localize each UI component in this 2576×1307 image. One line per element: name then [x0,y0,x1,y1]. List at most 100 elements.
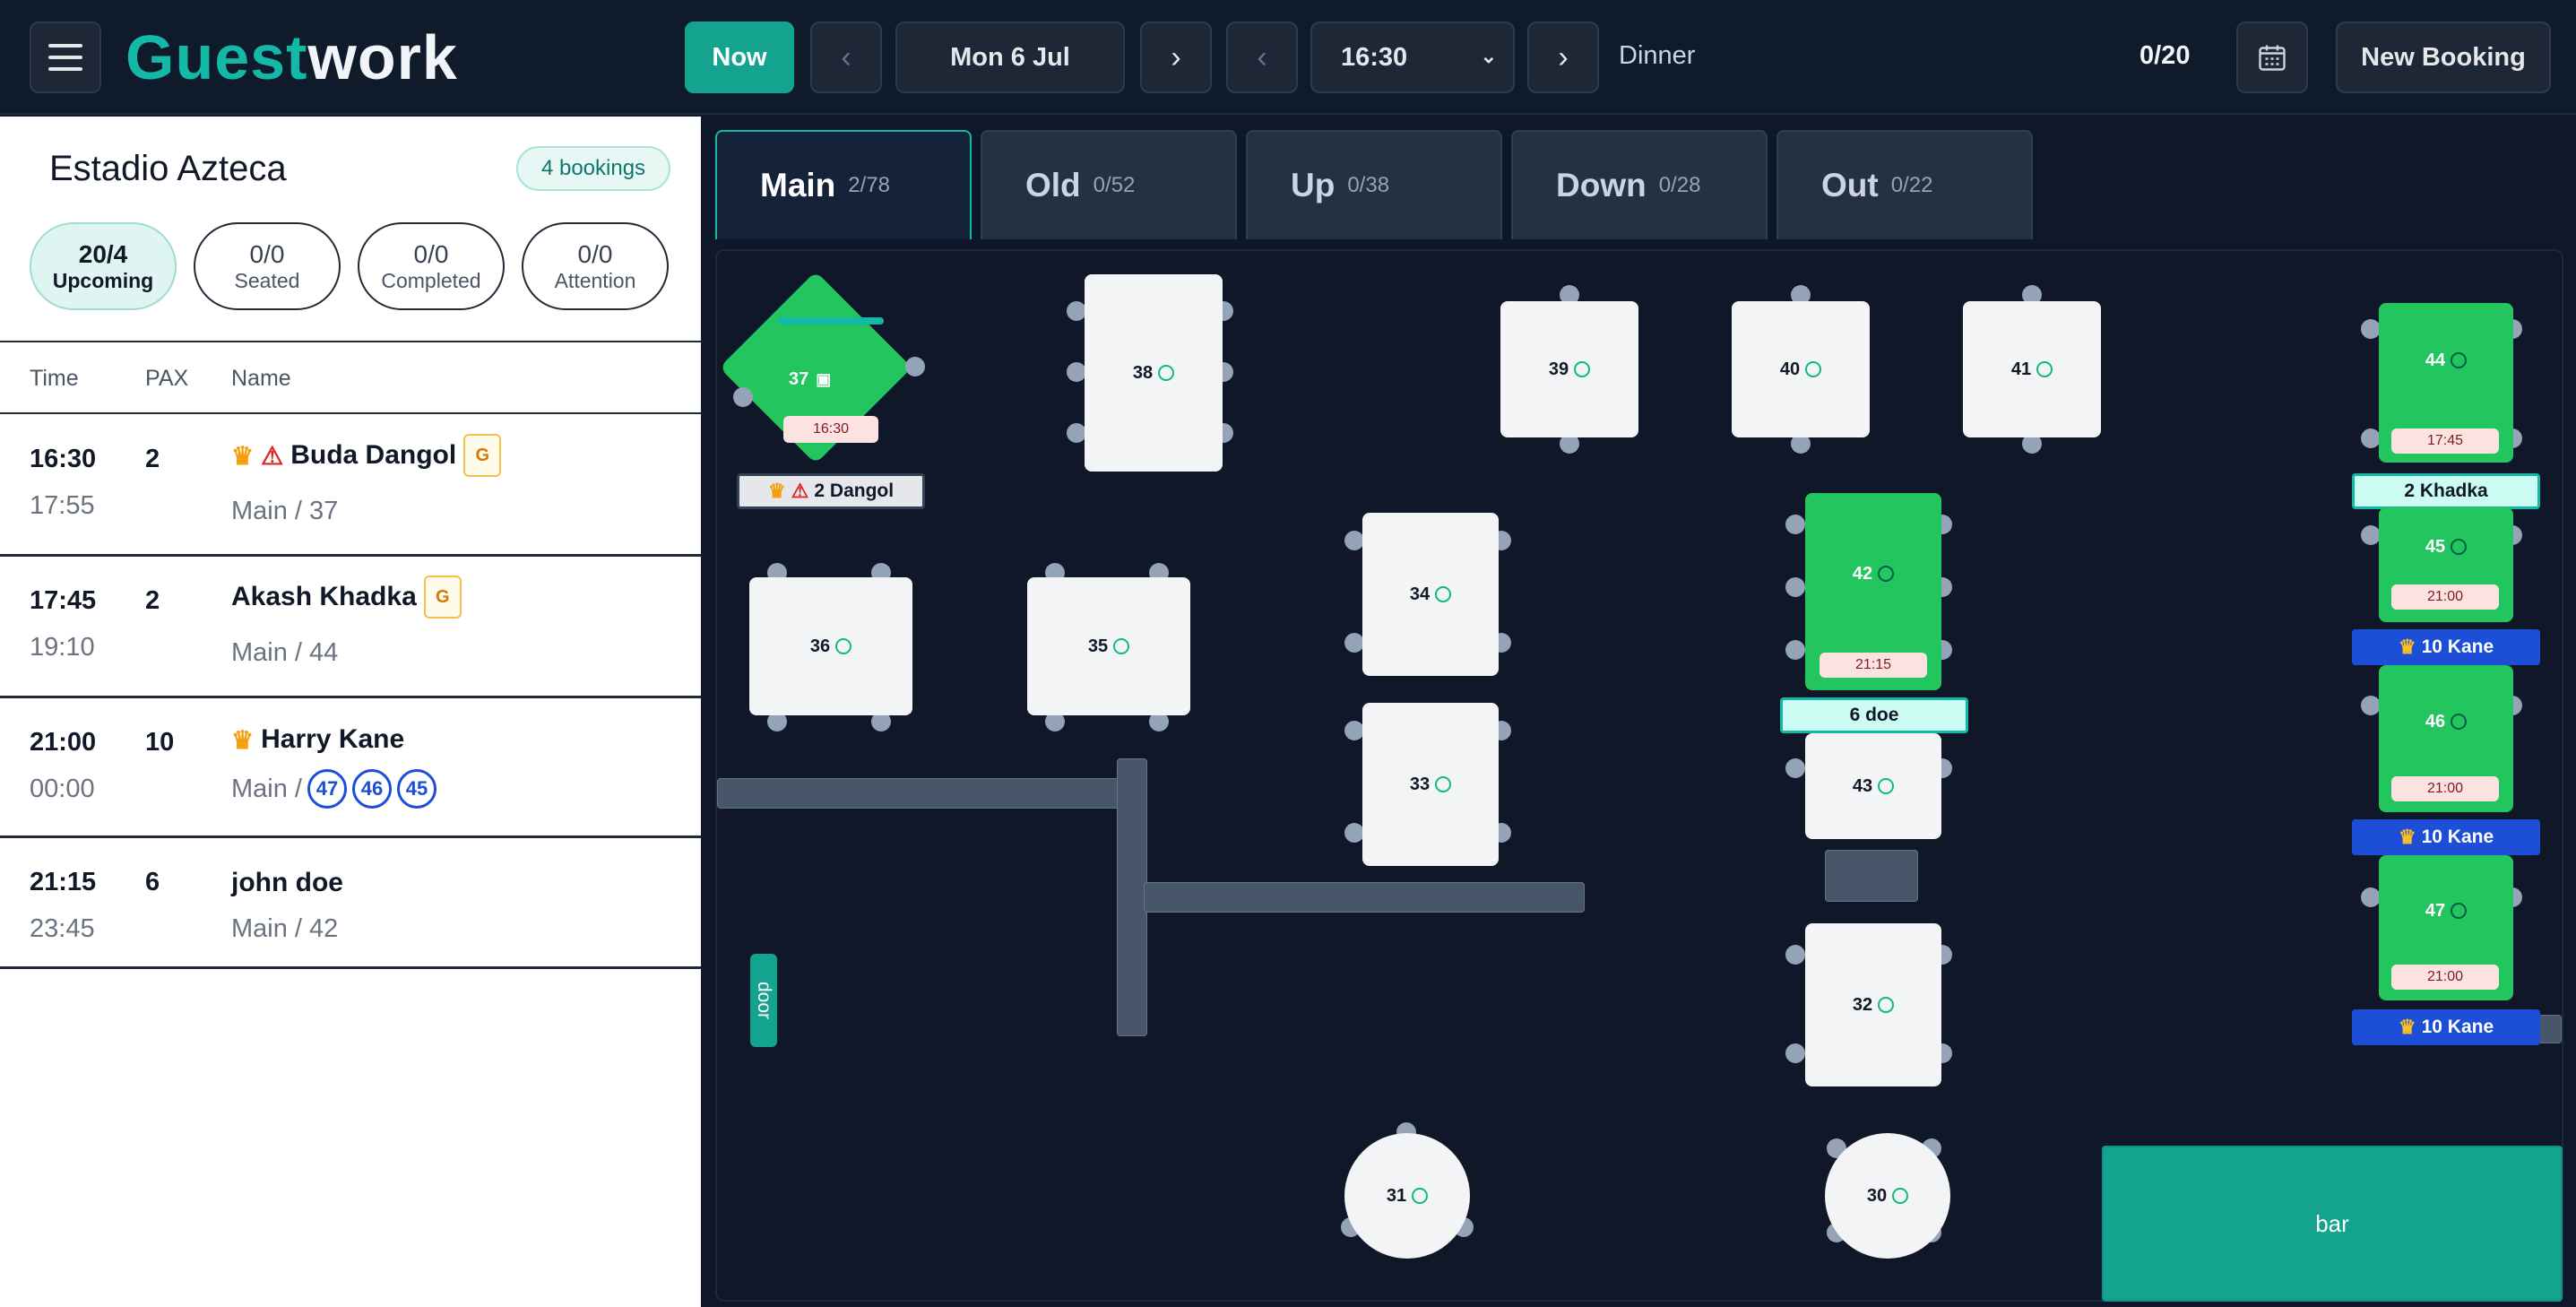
time-select[interactable]: 16:30 ⌄ [1310,22,1515,93]
table-35[interactable]: 35 [1027,577,1190,715]
booking-time: 21:15 [30,868,97,896]
table-33[interactable]: 33 [1362,703,1499,866]
table-chip[interactable]: 46 [351,769,392,809]
booking-name: john doe [231,868,343,897]
chair [2361,525,2381,545]
table-37-label: 37 ▣ [789,369,832,389]
stat-attention[interactable]: 0/0 Attention [522,222,669,310]
status-icon [1435,776,1452,792]
prev-time-button[interactable]: ‹ [1226,22,1298,93]
calendar-button[interactable] [2236,22,2308,93]
table-38[interactable]: 38 [1085,274,1223,472]
crown-icon: ♛ [2398,1016,2416,1038]
status-icon [1892,1188,1909,1204]
menu-button[interactable] [30,22,101,93]
status-icon [1412,1188,1429,1204]
table-43[interactable]: 43 [1805,733,1941,839]
prev-day-button[interactable]: ‹ [810,22,882,93]
booking-tag-kane[interactable]: ♛ 10 Kane [2352,819,2540,855]
floor-plan [715,249,2563,1302]
table-37-time: 16:30 [783,416,878,443]
status-icon [1435,586,1452,602]
column-header-name: Name [231,366,291,391]
column-header-time: Time [30,366,79,391]
table-37-indicator [778,317,884,325]
bookings-panel: Estadio Azteca 4 bookings 20/4 Upcoming 0… [0,117,701,1307]
table-34[interactable]: 34 [1362,513,1499,676]
warning-icon: ⚠ [261,441,284,470]
booking-row[interactable]: 16:30 2 17:55 ♛ ⚠ Buda Dangol G Main / 3… [0,414,701,554]
status-icon [1878,778,1895,794]
crown-icon: ♛ [231,725,255,754]
status-icon [1878,566,1895,582]
booking-time: 21:00 [30,728,97,757]
booking-tag-kane[interactable]: ♛ 10 Kane [2352,1009,2540,1045]
guest-badge: G [423,576,462,619]
date-display[interactable]: Mon 6 Jul [895,22,1125,93]
column-header-pax: PAX [145,366,189,391]
booking-time: 17:45 [30,586,97,615]
new-booking-button[interactable]: New Booking [2336,22,2551,93]
chair [1785,945,1805,965]
chair [1067,362,1086,382]
booking-tag-kane[interactable]: ♛ 10 Kane [2352,629,2540,665]
calendar-icon [2259,45,2286,71]
table-39[interactable]: 39 [1500,301,1638,437]
wall [1144,882,1585,913]
cover-count: 0/20 [2139,41,2191,70]
status-icon [1805,361,1822,377]
app-logo: Guestwork [125,22,458,92]
crown-icon: ♛ [2398,826,2416,848]
table-41[interactable]: 41 [1963,301,2101,437]
warning-icon: ⚠ [791,480,809,502]
door-area: door [750,954,777,1047]
status-icon [2036,361,2053,377]
chair [2361,887,2381,907]
tab-out[interactable]: Out 0/22 [1776,130,2033,239]
status-icon [1113,638,1130,654]
chair [1785,758,1805,778]
tab-main[interactable]: Main 2/78 [715,130,972,239]
table-44-time: 17:45 [2391,428,2499,454]
chair [2361,696,2381,715]
table-chip[interactable]: 45 [396,769,437,809]
divider [0,966,701,969]
tab-up[interactable]: Up 0/38 [1246,130,1502,239]
crown-icon: ♛ [2398,636,2416,658]
table-chip[interactable]: 47 [307,769,347,809]
booking-time: 16:30 [30,445,97,473]
chair [1067,301,1086,321]
table-31[interactable]: 31 [1344,1133,1470,1259]
booking-tag-doe[interactable]: 6 doe [1780,697,1968,733]
booking-tag-dangol[interactable]: ♛ ⚠ 2 Dangol [737,473,925,509]
table-40[interactable]: 40 [1732,301,1870,437]
crown-icon: ♛ [231,441,255,470]
now-button[interactable]: Now [685,22,794,93]
tab-old[interactable]: Old 0/52 [981,130,1237,239]
service-label: Dinner [1619,41,1696,70]
top-bar: Guestwork Now ‹ Mon 6 Jul › ‹ 16:30 ⌄ › D… [0,0,2576,115]
booking-location: Main / 42 [231,914,339,943]
next-day-button[interactable]: › [1140,22,1212,93]
chair [1785,1043,1805,1063]
next-time-button[interactable]: › [1527,22,1599,93]
chair [1344,531,1364,550]
status-icon [2451,714,2468,730]
chair [905,357,925,377]
stat-seated[interactable]: 0/0 Seated [194,222,341,310]
stat-upcoming[interactable]: 20/4 Upcoming [30,222,177,310]
booking-row[interactable]: 17:45 2 19:10 Akash Khadka G Main / 44 [0,556,701,696]
table-36[interactable]: 36 [749,577,912,715]
table-32[interactable]: 32 [1805,923,1941,1086]
booking-row[interactable]: 21:15 6 23:45 john doe Main / 42 [0,837,701,975]
table-30[interactable]: 30 [1825,1133,1950,1259]
tab-down[interactable]: Down 0/28 [1511,130,1768,239]
status-icon [835,638,852,654]
table-47-time: 21:00 [2391,965,2499,990]
booking-row[interactable]: 21:00 10 00:00 ♛ Harry Kane Main / 47 46… [0,697,701,835]
stat-completed[interactable]: 0/0 Completed [358,222,505,310]
booking-tag-khadka[interactable]: 2 Khadka [2352,473,2540,509]
booking-pax: 2 [145,586,160,615]
status-icon [1878,997,1895,1013]
chair [1344,633,1364,653]
